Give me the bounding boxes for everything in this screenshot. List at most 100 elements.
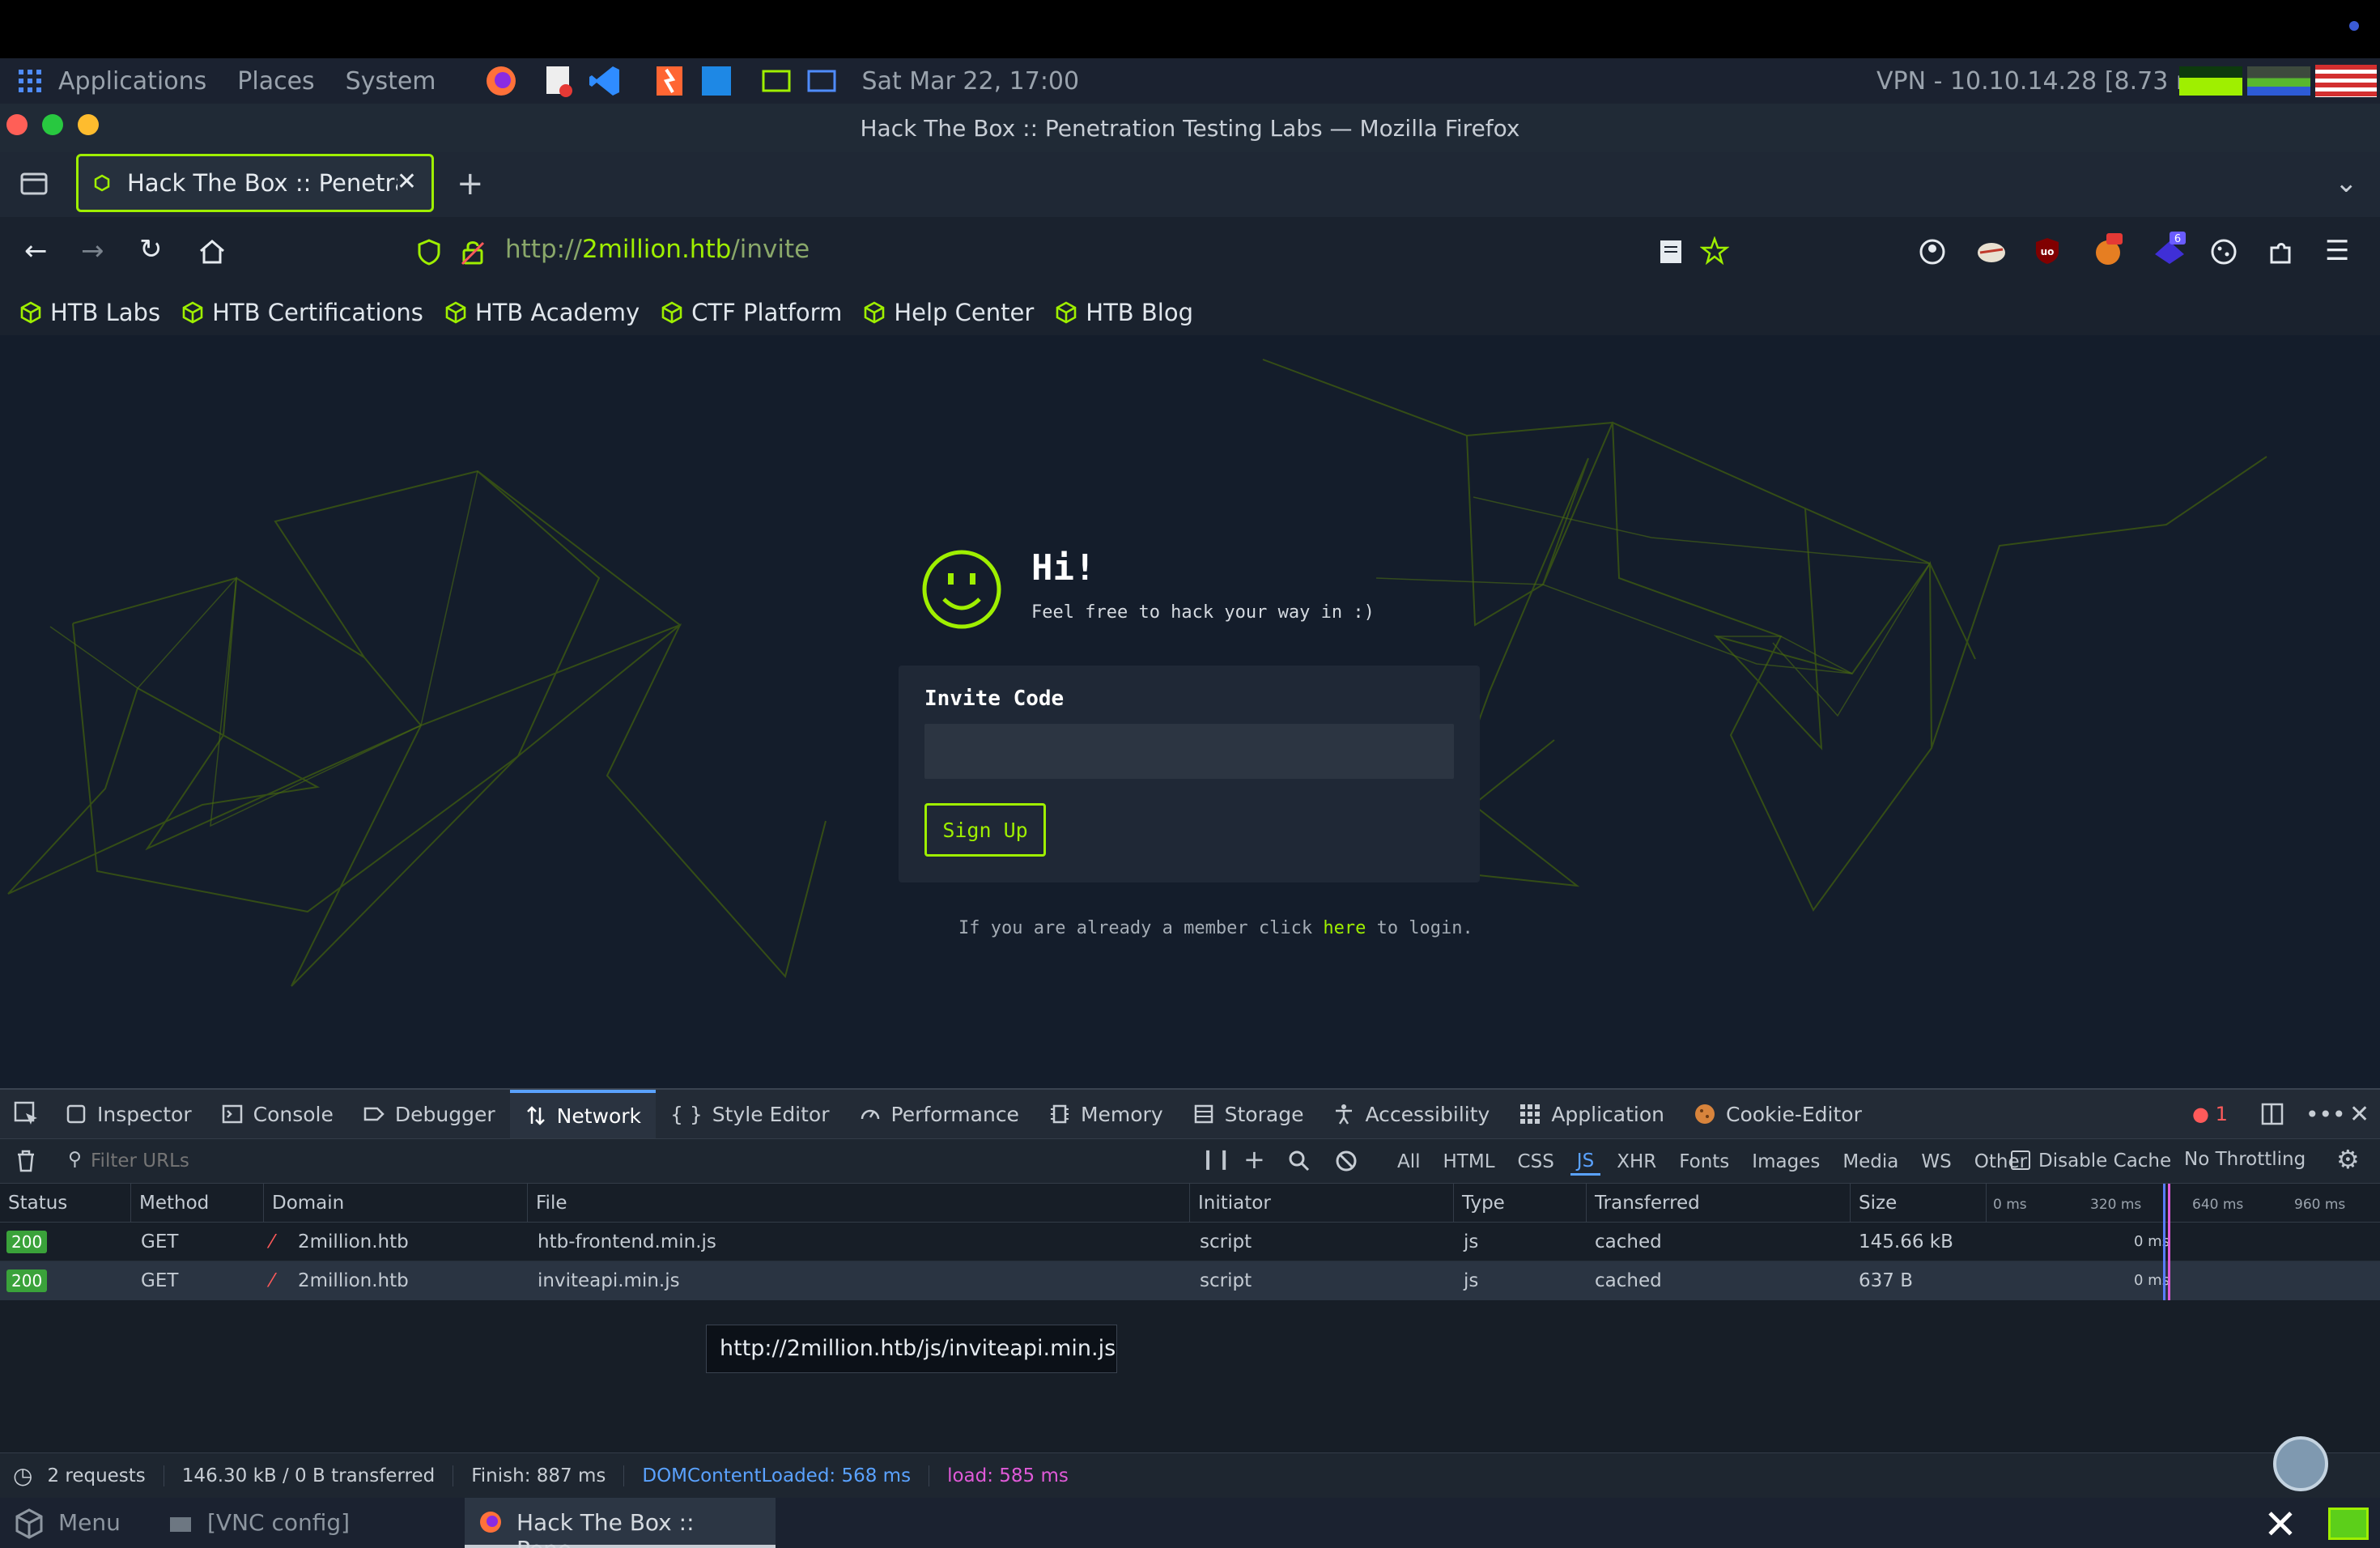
devtools-tab-style-editor[interactable]: { } Style Editor	[656, 1090, 844, 1138]
devtools-tab-cookie-editor[interactable]: Cookie-Editor	[1679, 1090, 1876, 1138]
devtools-tab-inspector[interactable]: Inspector	[50, 1090, 206, 1138]
login-link[interactable]: here	[1323, 918, 1366, 938]
filter-urls-input[interactable]	[91, 1146, 1159, 1176]
devtools-tab-network[interactable]: Network	[509, 1090, 657, 1138]
menu-applications[interactable]: Applications	[58, 67, 206, 96]
powershell-launcher-icon[interactable]	[807, 68, 836, 94]
col-size[interactable]: Size	[1851, 1184, 1987, 1223]
app-launcher-icon[interactable]	[699, 63, 734, 99]
bookmark-htb-academy[interactable]: HTB Academy	[444, 299, 640, 326]
vscode-launcher-icon[interactable]	[587, 63, 623, 99]
home-button[interactable]	[198, 238, 227, 266]
tab-close-icon[interactable]: ✕	[397, 168, 417, 196]
bookmark-htb-blog[interactable]: HTB Blog	[1055, 299, 1193, 326]
devtools-tab-console[interactable]: Console	[206, 1090, 348, 1138]
browser-tab-active[interactable]: Hack The Box :: Penetratic ✕	[76, 154, 434, 212]
devtools-tab-debugger[interactable]: Debugger	[348, 1090, 510, 1138]
bookmark-htb-labs[interactable]: HTB Labs	[19, 299, 160, 326]
block-icon[interactable]	[1334, 1149, 1358, 1173]
reader-view-icon[interactable]	[1658, 238, 1684, 266]
devtools-tab-storage[interactable]: Storage	[1178, 1090, 1319, 1138]
terminal-launcher-icon[interactable]	[762, 68, 791, 94]
ublock-origin-icon[interactable]: uo	[2034, 236, 2061, 266]
htb-cube-icon	[661, 301, 682, 324]
filter-all[interactable]: All	[1386, 1151, 1432, 1172]
taskbar-item-firefox[interactable]: Hack The Box :: Pene...	[465, 1498, 776, 1548]
cookie-extension-icon[interactable]	[2210, 238, 2238, 266]
firefox-launcher-icon[interactable]	[483, 63, 519, 99]
filter-images[interactable]: Images	[1740, 1151, 1831, 1172]
filter-media[interactable]: Media	[1831, 1151, 1910, 1172]
close-devtools-icon[interactable]: ✕	[2349, 1100, 2369, 1129]
invite-code-input[interactable]	[924, 724, 1454, 779]
extension-foxyproxy-icon[interactable]	[1975, 238, 2008, 266]
filter-fonts[interactable]: Fonts	[1668, 1151, 1740, 1172]
table-row[interactable]: 200 GET ⁄ 2million.htb htb-frontend.min.…	[0, 1223, 2380, 1261]
col-method[interactable]: Method	[131, 1184, 264, 1223]
devtools-tab-accessibility[interactable]: Accessibility	[1318, 1090, 1504, 1138]
hamburger-menu-icon[interactable]: ☰	[2325, 235, 2349, 267]
col-type[interactable]: Type	[1454, 1184, 1587, 1223]
bookmark-help-center[interactable]: Help Center	[863, 299, 1034, 326]
sign-up-button[interactable]: Sign Up	[924, 803, 1046, 857]
col-status[interactable]: Status	[0, 1184, 131, 1223]
accessibility-icon	[1336, 1104, 1353, 1125]
devtools-tab-performance[interactable]: Performance	[844, 1090, 1034, 1138]
error-count-badge[interactable]: ● 1	[2192, 1103, 2228, 1125]
settings-gear-icon[interactable]: ⚙	[2336, 1144, 2360, 1175]
add-filter-icon[interactable]: +	[1243, 1144, 1265, 1175]
extension-wappalyzer-icon[interactable]	[2092, 232, 2124, 267]
table-row[interactable]: 200 GET ⁄ 2million.htb inviteapi.min.js …	[0, 1261, 2380, 1300]
col-transferred[interactable]: Transferred	[1587, 1184, 1851, 1223]
devtools-tab-memory[interactable]: Memory	[1034, 1090, 1178, 1138]
devtools-tab-application[interactable]: Application	[1504, 1090, 1679, 1138]
col-file[interactable]: File	[528, 1184, 1190, 1223]
filter-css[interactable]: CSS	[1507, 1151, 1566, 1172]
disable-cache-checkbox[interactable]	[2011, 1150, 2030, 1170]
bookmark-star-icon[interactable]	[1700, 236, 1729, 266]
new-tab-button[interactable]: +	[457, 165, 484, 202]
performance-analysis-icon[interactable]: ◷	[13, 1462, 32, 1489]
floating-clipboard-icon[interactable]	[2273, 1436, 2328, 1491]
col-domain[interactable]: Domain	[264, 1184, 528, 1223]
taskbar-menu[interactable]: Menu	[58, 1509, 121, 1536]
minimize-window-button[interactable]	[78, 114, 99, 135]
menu-places[interactable]: Places	[237, 67, 314, 96]
window-title-bar: Hack The Box :: Penetration Testing Labs…	[0, 104, 2380, 152]
pause-icon[interactable]: ❙❙	[1200, 1147, 1232, 1170]
insecure-lock-icon[interactable]	[460, 238, 486, 266]
tracking-protection-shield-icon[interactable]	[416, 238, 442, 266]
burp-launcher-icon[interactable]	[652, 63, 687, 99]
filter-html[interactable]: HTML	[1432, 1151, 1507, 1172]
list-tabs-chevron-icon[interactable]: ⌄	[2335, 167, 2358, 199]
extensions-puzzle-icon[interactable]	[2267, 238, 2294, 266]
apps-grid-icon[interactable]	[18, 69, 42, 93]
maximize-window-button[interactable]	[42, 114, 63, 135]
search-icon[interactable]	[1287, 1149, 1311, 1173]
filter-js[interactable]: JS	[1570, 1149, 1601, 1176]
back-button[interactable]: ←	[24, 235, 48, 267]
menu-cube-icon[interactable]	[13, 1508, 45, 1540]
filter-xhr[interactable]: XHR	[1605, 1151, 1668, 1172]
more-options-icon[interactable]: •••	[2306, 1101, 2346, 1128]
element-picker-icon[interactable]	[13, 1100, 40, 1128]
account-icon[interactable]	[1919, 238, 1946, 266]
firefox-view-icon[interactable]	[19, 170, 49, 198]
col-waterfall[interactable]: 0 ms 320 ms 640 ms 960 ms	[1987, 1184, 2380, 1223]
url-bar[interactable]: http://2million.htb/invite	[505, 235, 810, 264]
close-window-button[interactable]	[6, 114, 28, 135]
taskbar-item-vnc-config[interactable]: [VNC config]	[207, 1509, 350, 1536]
throttling-select[interactable]: No Throttling	[2184, 1149, 2306, 1170]
reload-button[interactable]: ↻	[139, 233, 163, 266]
text-editor-launcher-icon[interactable]	[543, 63, 576, 99]
extension-hacktools-icon[interactable]: 6	[2152, 230, 2187, 266]
col-initiator[interactable]: Initiator	[1190, 1184, 1454, 1223]
menu-system[interactable]: System	[346, 67, 436, 96]
forward-button[interactable]: →	[81, 235, 104, 267]
bookmark-ctf-platform[interactable]: CTF Platform	[661, 299, 842, 326]
clear-trash-icon[interactable]	[15, 1149, 37, 1173]
close-x-icon[interactable]: ✕	[2263, 1501, 2297, 1548]
dock-side-icon[interactable]	[2260, 1102, 2284, 1126]
filter-ws[interactable]: WS	[1910, 1151, 1962, 1172]
bookmark-htb-certifications[interactable]: HTB Certifications	[181, 299, 423, 326]
